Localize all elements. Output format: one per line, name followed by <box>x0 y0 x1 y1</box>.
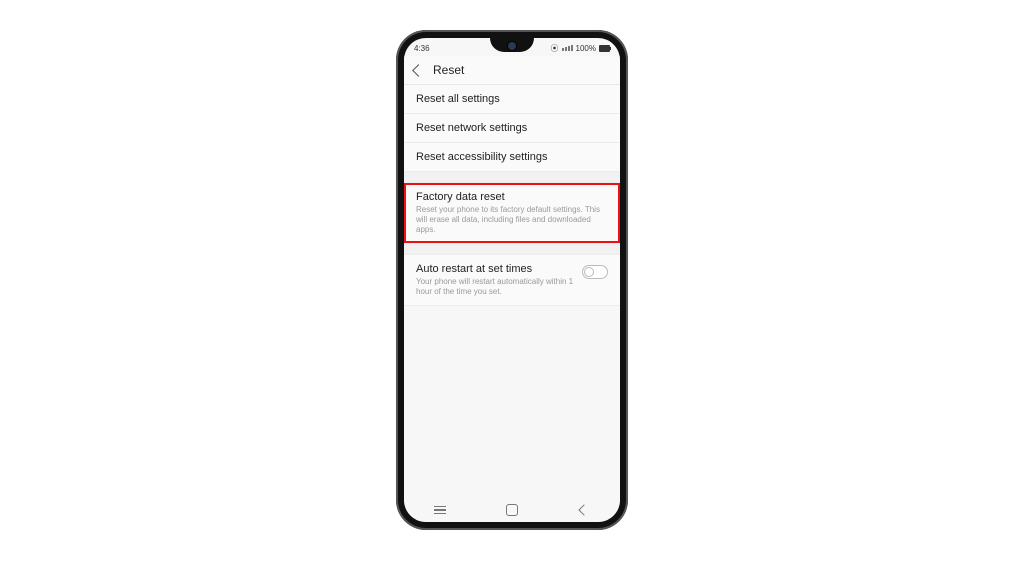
section-gap <box>404 244 620 255</box>
back-button[interactable] <box>577 503 591 517</box>
section-gap <box>404 172 620 183</box>
recents-button[interactable] <box>433 503 447 517</box>
home-button[interactable] <box>505 503 519 517</box>
settings-list: Reset all settings Reset network setting… <box>404 85 620 306</box>
app-header: Reset <box>404 56 620 85</box>
front-camera <box>507 41 517 51</box>
phone-frame: 4:36 ⦿ 100% Reset Reset all settings Res… <box>396 30 628 530</box>
row-label: Auto restart at set times <box>416 263 574 275</box>
row-reset-network-settings[interactable]: Reset network settings <box>404 114 620 143</box>
row-label: Reset accessibility settings <box>416 151 608 163</box>
battery-text: 100% <box>576 44 596 53</box>
row-reset-accessibility-settings[interactable]: Reset accessibility settings <box>404 143 620 172</box>
status-time: 4:36 <box>414 44 430 53</box>
battery-icon <box>599 45 610 52</box>
row-reset-all-settings[interactable]: Reset all settings <box>404 85 620 114</box>
row-label: Reset all settings <box>416 93 608 105</box>
signal-icon <box>562 45 573 51</box>
status-right: ⦿ 100% <box>551 43 610 54</box>
wifi-icon: ⦿ <box>551 43 559 54</box>
phone-screen: 4:36 ⦿ 100% Reset Reset all settings Res… <box>404 38 620 522</box>
row-sublabel: Reset your phone to its factory default … <box>416 205 608 235</box>
auto-restart-toggle[interactable] <box>582 265 608 279</box>
page-title: Reset <box>433 63 464 77</box>
row-factory-data-reset[interactable]: Factory data reset Reset your phone to i… <box>404 183 620 244</box>
row-sublabel: Your phone will restart automatically wi… <box>416 277 574 297</box>
row-label: Factory data reset <box>416 191 608 203</box>
row-label: Reset network settings <box>416 122 608 134</box>
stage: 4:36 ⦿ 100% Reset Reset all settings Res… <box>0 0 1024 576</box>
row-auto-restart[interactable]: Auto restart at set times Your phone wil… <box>404 255 620 306</box>
nav-bar <box>404 498 620 522</box>
back-icon[interactable] <box>412 64 425 77</box>
